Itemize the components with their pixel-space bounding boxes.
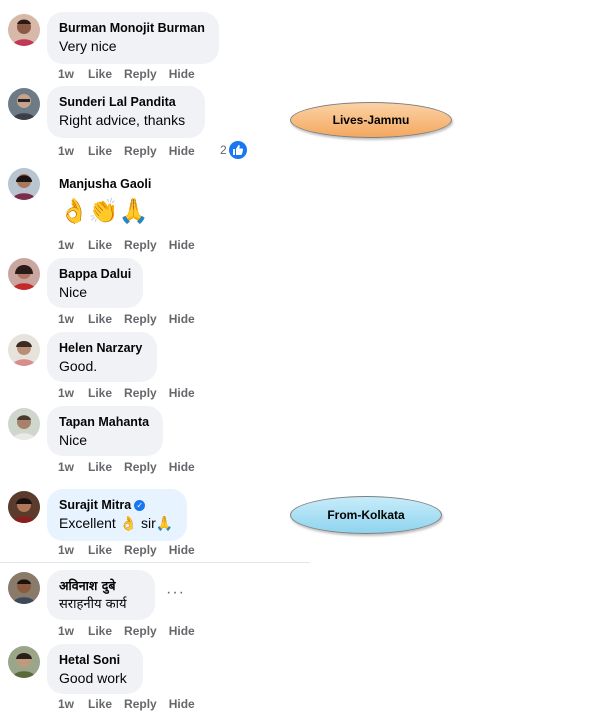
reply-button[interactable]: Reply: [124, 697, 157, 711]
comment-text: Nice: [59, 432, 88, 448]
avatar[interactable]: [8, 258, 40, 290]
reaction-count: 2: [220, 143, 227, 157]
reply-button[interactable]: Reply: [124, 624, 157, 638]
hide-button[interactable]: Hide: [169, 67, 195, 81]
hide-button[interactable]: Hide: [169, 144, 195, 158]
comment-bubble: अविनाश दुबे सराहनीय कार्य: [47, 570, 155, 620]
annotation-lives: Lives-Jammu: [290, 102, 452, 138]
comment-text: Right advice, thanks: [59, 112, 186, 128]
comment-text: Very nice: [59, 38, 117, 54]
avatar[interactable]: [8, 14, 40, 46]
like-button[interactable]: Like: [88, 624, 112, 638]
comment-author[interactable]: अविनाश दुबे: [59, 577, 116, 594]
hide-button[interactable]: Hide: [169, 238, 195, 252]
comment-bubble: Burman Monojit Burman Very nice: [47, 12, 219, 64]
avatar[interactable]: [8, 646, 40, 678]
like-button[interactable]: Like: [88, 238, 112, 252]
comment-time[interactable]: 1w: [58, 697, 74, 711]
reply-button[interactable]: Reply: [124, 460, 157, 474]
annotation-lives-text: Lives-Jammu: [332, 113, 410, 127]
hide-button[interactable]: Hide: [169, 386, 195, 400]
comment-bubble: Hetal Soni Good work: [47, 644, 143, 694]
comment-actions: 1w Like Reply Hide: [58, 144, 207, 158]
comment-text: Nice: [59, 284, 88, 300]
like-button[interactable]: Like: [88, 386, 112, 400]
comment-actions: 1w Like Reply Hide: [58, 312, 207, 326]
annotation-from: From-Kolkata: [290, 496, 442, 534]
avatar[interactable]: [8, 408, 40, 440]
comment-actions: 1w Like Reply Hide: [58, 624, 207, 638]
comment-time[interactable]: 1w: [58, 386, 74, 400]
avatar[interactable]: [8, 572, 40, 604]
comment-bubble: Bappa Dalui Nice: [47, 258, 143, 308]
like-button[interactable]: Like: [88, 67, 112, 81]
comment-author[interactable]: Surajit Mitra: [59, 497, 131, 514]
emoji-reaction: 👌👏🙏: [59, 198, 149, 225]
comment-text: Good work: [59, 670, 127, 686]
ok-hand-emoji: 👌: [119, 515, 138, 531]
comment-time[interactable]: 1w: [58, 543, 74, 557]
like-button[interactable]: Like: [88, 543, 112, 557]
comment-actions: 1w Like Reply Hide: [58, 543, 207, 557]
folded-hands-emoji: 🙏: [155, 515, 174, 531]
avatar[interactable]: [8, 334, 40, 366]
reply-button[interactable]: Reply: [124, 312, 157, 326]
comment-author[interactable]: Helen Narzary: [59, 340, 142, 357]
avatar[interactable]: [8, 168, 40, 200]
comment-actions: 1w Like Reply Hide: [58, 697, 207, 711]
hide-button[interactable]: Hide: [169, 460, 195, 474]
comment-actions: 1w Like Reply Hide: [58, 67, 207, 81]
comment-time[interactable]: 1w: [58, 144, 74, 158]
verified-badge-icon: ✓: [134, 500, 146, 511]
like-button[interactable]: Like: [88, 460, 112, 474]
comment-actions: 1w Like Reply Hide: [58, 386, 207, 400]
reply-button[interactable]: Reply: [124, 543, 157, 557]
comment-bubble: Manjusha Gaoli 👌👏🙏: [47, 168, 167, 230]
comment-author[interactable]: Manjusha Gaoli: [59, 176, 151, 193]
comment-time[interactable]: 1w: [58, 238, 74, 252]
comment-author[interactable]: Tapan Mahanta: [59, 414, 149, 431]
comment-time[interactable]: 1w: [58, 67, 74, 81]
hide-button[interactable]: Hide: [169, 624, 195, 638]
comment-text-part: Excellent: [59, 515, 116, 531]
comment-bubble: Surajit Mitra ✓ Excellent 👌 sir🙏: [47, 489, 187, 541]
comment-author[interactable]: Bappa Dalui: [59, 266, 131, 283]
reaction-summary[interactable]: 2: [220, 141, 247, 159]
reply-button[interactable]: Reply: [124, 386, 157, 400]
comment-text: Excellent 👌 sir🙏: [59, 514, 175, 533]
avatar[interactable]: [8, 491, 40, 523]
comment-bubble: Tapan Mahanta Nice: [47, 406, 163, 456]
annotation-from-text: From-Kolkata: [327, 508, 405, 522]
like-button[interactable]: Like: [88, 697, 112, 711]
comment-author[interactable]: Burman Monojit Burman: [59, 20, 205, 37]
avatar[interactable]: [8, 88, 40, 120]
reply-button[interactable]: Reply: [124, 144, 157, 158]
more-options-icon[interactable]: ···: [166, 584, 185, 602]
comment-time[interactable]: 1w: [58, 312, 74, 326]
hide-button[interactable]: Hide: [169, 543, 195, 557]
hide-button[interactable]: Hide: [169, 312, 195, 326]
like-reaction-icon: [228, 141, 247, 159]
comment-bubble: Helen Narzary Good.: [47, 332, 157, 382]
reply-button[interactable]: Reply: [124, 67, 157, 81]
comment-author[interactable]: Hetal Soni: [59, 652, 120, 669]
comment-text: सराहनीय कार्य: [59, 597, 127, 612]
comment-time[interactable]: 1w: [58, 460, 74, 474]
comment-time[interactable]: 1w: [58, 624, 74, 638]
divider: [0, 562, 310, 563]
comment-text: Good.: [59, 358, 98, 374]
comment-actions: 1w Like Reply Hide: [58, 238, 207, 252]
hide-button[interactable]: Hide: [169, 697, 195, 711]
comment-bubble: Sunderi Lal Pandita Right advice, thanks: [47, 86, 205, 138]
comment-text-part: sir: [141, 515, 156, 531]
comment-actions: 1w Like Reply Hide: [58, 460, 207, 474]
like-button[interactable]: Like: [88, 144, 112, 158]
reply-button[interactable]: Reply: [124, 238, 157, 252]
comment-author[interactable]: Sunderi Lal Pandita: [59, 94, 176, 111]
like-button[interactable]: Like: [88, 312, 112, 326]
